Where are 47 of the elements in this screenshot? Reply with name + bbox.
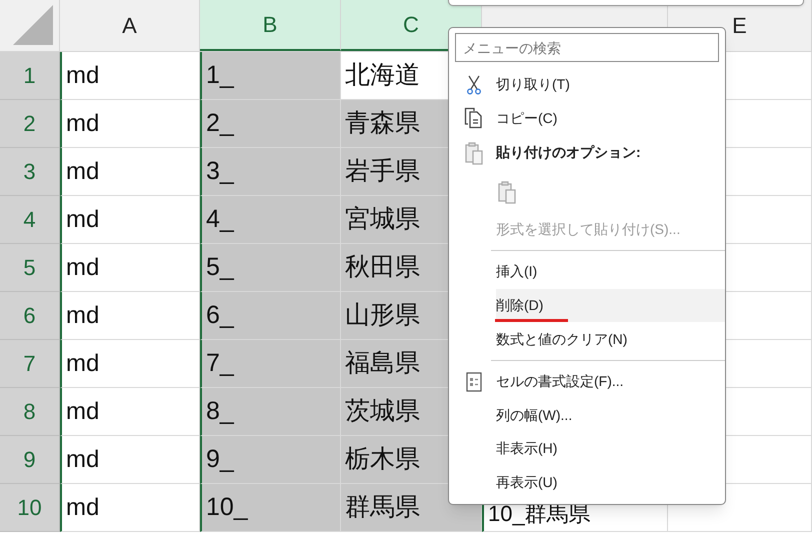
table-cell: 4_	[200, 196, 341, 244]
table-cell: 7_	[200, 340, 341, 388]
table-cell: md	[60, 196, 200, 244]
table-cell: md	[60, 388, 200, 436]
row-header[interactable]: 3	[0, 148, 60, 196]
row-header[interactable]: 4	[0, 196, 60, 244]
table-cell: md	[60, 100, 200, 148]
clipboard-icon	[464, 140, 484, 165]
menu-item[interactable]: 列の幅(W)...	[496, 398, 725, 432]
table-cell: md	[60, 148, 200, 196]
menu-item[interactable]: 数式と値のクリア(N)	[496, 322, 725, 356]
row-header[interactable]: 9	[0, 436, 60, 484]
format-cells-icon	[466, 372, 482, 392]
section-heading: 貼り付けのオプション:	[496, 143, 641, 162]
menu-item[interactable]: 挿入(I)	[496, 255, 725, 289]
row-header[interactable]: 7	[0, 340, 60, 388]
copy-icon	[464, 107, 484, 130]
table-cell: 6_	[200, 292, 341, 340]
row-header[interactable]: 6	[0, 292, 60, 340]
row-header[interactable]: 2	[0, 100, 60, 148]
row-header[interactable]: 8	[0, 388, 60, 436]
table-cell: md	[60, 292, 200, 340]
scissors-icon	[466, 74, 482, 95]
menu-item[interactable]: 切り取り(T)	[496, 68, 725, 102]
row-header[interactable]: 5	[0, 244, 60, 292]
table-cell: 9_	[200, 436, 341, 484]
row-header[interactable]: 1	[0, 52, 60, 100]
clipboard-icon	[497, 180, 517, 204]
menu-item[interactable]: 削除(D)	[496, 288, 725, 322]
column-header[interactable]: B	[200, 0, 341, 51]
table-cell: md	[60, 340, 200, 388]
menu-item[interactable]: コピー(C)	[496, 102, 725, 136]
table-cell: 5_	[200, 244, 341, 292]
table-cell: md	[60, 244, 200, 292]
table-cell: 3_	[200, 148, 341, 196]
table-cell: 2_	[200, 100, 341, 148]
table-cell: md	[60, 484, 200, 532]
table-cell: 8_	[200, 388, 341, 436]
search-field[interactable]: メニューの検索	[455, 33, 719, 62]
table-cell: 10_	[200, 484, 341, 532]
select-all-corner[interactable]	[13, 5, 53, 45]
table-cell: md	[60, 436, 200, 484]
menu-item[interactable]: 非表示(H)	[496, 432, 725, 466]
table-cell: 1_	[200, 52, 341, 100]
menu-item[interactable]: セルの書式設定(F)...	[496, 364, 725, 398]
table-cell: md	[60, 52, 200, 100]
row-header[interactable]: 10	[0, 484, 60, 532]
